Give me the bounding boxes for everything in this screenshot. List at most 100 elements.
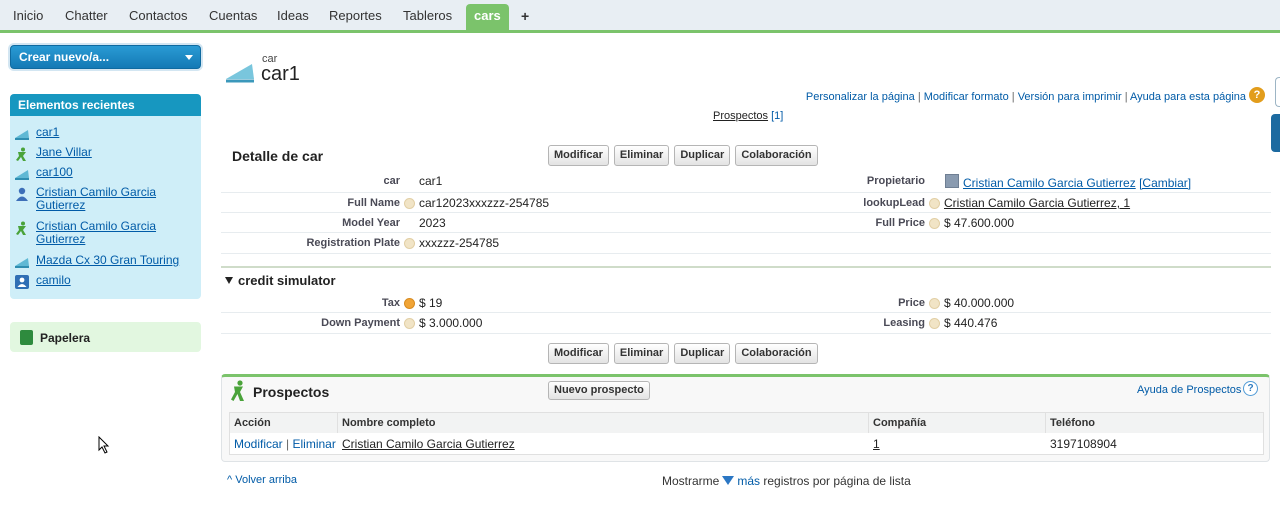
help-hint-icon[interactable]: [404, 198, 415, 209]
row-divider: [221, 192, 1271, 193]
row-divider: [221, 253, 1271, 254]
recent-item-car100[interactable]: car100: [14, 166, 194, 181]
car-object-icon: [226, 64, 254, 83]
help-hint-icon[interactable]: [929, 318, 940, 329]
field-label-model-year: Model Year: [342, 217, 400, 229]
help-hint-icon[interactable]: [404, 238, 415, 249]
help-hint-icon[interactable]: [404, 318, 415, 329]
tab-chatter[interactable]: Chatter: [65, 6, 108, 28]
tab-cars[interactable]: cars: [466, 4, 509, 30]
owner-link[interactable]: Cristian Camilo Garcia Gutierrez: [963, 176, 1136, 190]
tab-reportes[interactable]: Reportes: [329, 6, 382, 28]
tab-tableros[interactable]: Tableros: [403, 6, 452, 28]
create-new-dropdown[interactable]: Crear nuevo/a...: [10, 45, 201, 69]
field-value-leasing: $ 440.476: [944, 316, 998, 330]
car-icon: [15, 258, 29, 268]
field-label-car: car: [383, 175, 400, 187]
recent-item-mazda[interactable]: Mazda Cx 30 Gran Touring: [14, 254, 194, 269]
tab-contactos[interactable]: Contactos: [129, 6, 188, 28]
row-company-link[interactable]: 1: [869, 434, 880, 455]
field-value-down-payment: $ 3.000.000: [419, 316, 483, 330]
delete-button[interactable]: Eliminar: [613, 145, 670, 166]
field-label-lookup-lead: lookupLead: [863, 197, 925, 209]
help-hint-icon[interactable]: [929, 198, 940, 209]
related-list-hover-link[interactable]: Prospectos [1]: [713, 110, 783, 122]
column-header-company[interactable]: Compañía: [869, 413, 1046, 433]
sharing-button[interactable]: Colaboración: [735, 145, 818, 166]
column-header-full-name[interactable]: Nombre completo: [338, 413, 869, 433]
field-label-full-price: Full Price: [875, 217, 925, 229]
help-icon[interactable]: ?: [1243, 381, 1258, 396]
related-link-label: Prospectos: [713, 110, 769, 122]
printable-view-link[interactable]: Versión para imprimir: [1018, 91, 1122, 103]
edit-button[interactable]: Modificar: [548, 343, 609, 364]
show-more-prefix: Mostrarme: [662, 474, 720, 488]
recent-item-label: Cristian Camilo Garcia Gutierrez: [36, 219, 157, 246]
field-label-down-payment: Down Payment: [321, 317, 400, 329]
field-value-car: car1: [419, 174, 443, 188]
help-hint-icon[interactable]: [404, 298, 415, 309]
change-owner-link[interactable]: [Cambiar]: [1139, 176, 1191, 190]
field-value-model-year: 2023: [419, 216, 446, 230]
help-hint-icon[interactable]: [929, 298, 940, 309]
row-delete-link[interactable]: Eliminar: [292, 437, 335, 451]
column-header-phone[interactable]: Teléfono: [1046, 413, 1263, 433]
collapse-triangle-icon: [225, 277, 233, 284]
lookup-lead-link[interactable]: Cristian Camilo Garcia Gutierrez, 1: [944, 196, 1130, 210]
add-tab-button[interactable]: +: [521, 6, 529, 28]
edit-button[interactable]: Modificar: [548, 145, 609, 166]
field-value-full-price: $ 47.600.000: [944, 216, 1015, 230]
recent-item-label: Jane Villar: [36, 145, 92, 159]
recent-item-lead-cristian[interactable]: Cristian Camilo Garcia Gutierrez: [14, 220, 194, 246]
credit-simulator-section-toggle[interactable]: credit simulator: [225, 273, 336, 288]
column-header-action: Acción: [230, 413, 338, 433]
back-to-top-link[interactable]: ^ Volver arriba: [227, 474, 297, 486]
field-label-registration-plate: Registration Plate: [306, 237, 400, 249]
row-edit-link[interactable]: Modificar: [234, 437, 283, 451]
tab-ideas[interactable]: Ideas: [277, 6, 309, 28]
row-divider: [221, 232, 1271, 233]
related-list-title: Prospectos: [253, 384, 330, 400]
edit-layout-link[interactable]: Modificar formato: [924, 91, 1009, 103]
help-page-link[interactable]: Ayuda para esta página: [1130, 91, 1246, 103]
delete-button[interactable]: Eliminar: [613, 343, 670, 364]
chevron-down-icon: [185, 55, 193, 60]
recent-item-label: Mazda Cx 30 Gran Touring: [36, 253, 180, 267]
recycle-bin-link[interactable]: Papelera: [10, 322, 201, 352]
owner-avatar: [945, 174, 959, 188]
field-value-full-name: car12023xxxzzz-254785: [419, 196, 550, 210]
field-label-price: Price: [898, 297, 925, 309]
row-full-name-link[interactable]: Cristian Camilo Garcia Gutierrez: [338, 434, 515, 455]
triangle-down-icon[interactable]: [722, 476, 735, 485]
show-more-link[interactable]: más: [737, 474, 760, 488]
lead-icon: [16, 147, 26, 161]
recent-item-label: car1: [36, 125, 60, 139]
separator: |: [282, 437, 293, 451]
customize-page-link[interactable]: Personalizar la página: [806, 91, 915, 103]
side-panel-handle[interactable]: [1271, 114, 1280, 152]
car-icon: [15, 130, 29, 140]
clone-button[interactable]: Duplicar: [674, 145, 731, 166]
clone-button[interactable]: Duplicar: [674, 343, 731, 364]
related-list-help-link[interactable]: Ayuda de Prospectos: [1137, 384, 1241, 396]
recent-item-jane-villar[interactable]: Jane Villar: [14, 146, 194, 161]
help-hint-icon[interactable]: [929, 218, 940, 229]
tab-cuentas[interactable]: Cuentas: [209, 6, 257, 28]
side-panel-tab[interactable]: [1275, 77, 1280, 107]
new-lead-button[interactable]: Nuevo prospecto: [548, 381, 650, 400]
row-phone: 3197108904: [1050, 437, 1117, 451]
field-value-price: $ 40.000.000: [944, 296, 1015, 310]
chevron-up-icon: ^: [227, 474, 233, 486]
tab-inicio[interactable]: Inicio: [13, 6, 43, 28]
recent-item-contact-cristian[interactable]: Cristian Camilo Garcia Gutierrez: [14, 186, 194, 212]
user-icon: [15, 275, 29, 289]
related-list-table: Acción Nombre completo Compañía Teléfono…: [229, 412, 1264, 455]
related-link-count: [1]: [771, 110, 784, 122]
help-icon[interactable]: ?: [1249, 87, 1265, 103]
page-links: Personalizar la página | Modificar forma…: [806, 91, 1246, 103]
recent-item-car1[interactable]: car1: [14, 126, 194, 141]
lead-icon: [231, 380, 244, 401]
detail-section-title: Detalle de car: [232, 148, 324, 164]
recent-item-camilo[interactable]: camilo: [14, 274, 194, 289]
sharing-button[interactable]: Colaboración: [735, 343, 818, 364]
